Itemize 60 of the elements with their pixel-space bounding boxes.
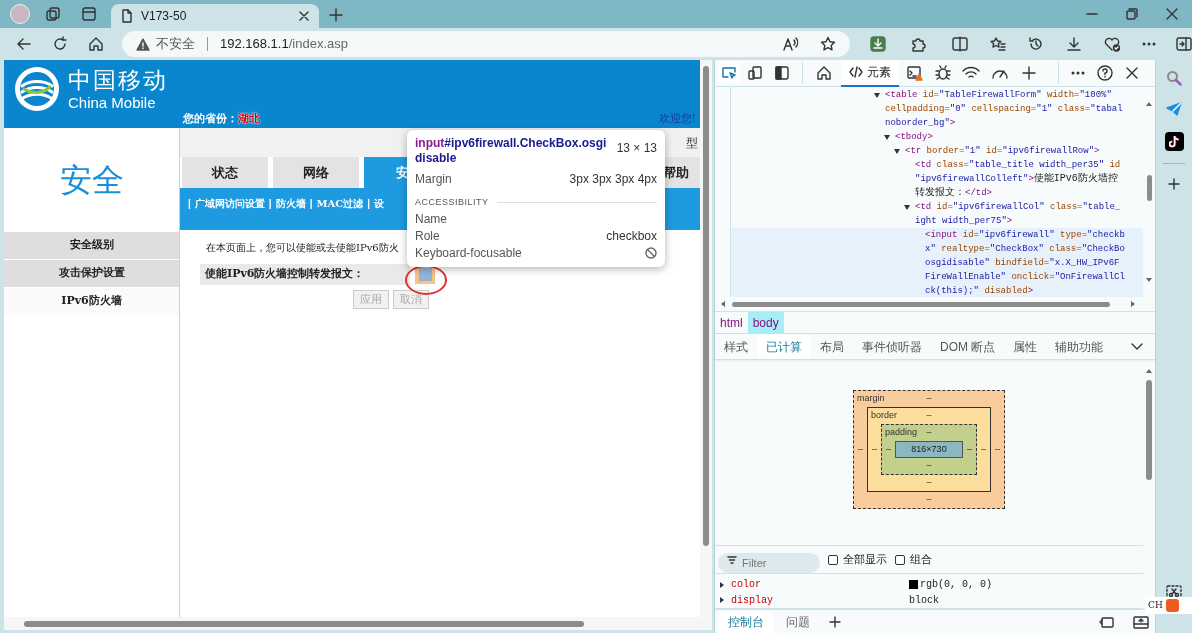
security-label: 不安全 <box>156 35 195 54</box>
code-line: x" realtype="CheckBox" class="CheckBo <box>925 243 1125 256</box>
box-value: – <box>926 493 932 507</box>
code-line: <td class="table_title width_per35" id <box>915 159 1121 172</box>
property-label: Role <box>415 227 440 245</box>
size-text: 13 × 13 <box>616 140 657 157</box>
box-value: – <box>926 392 932 406</box>
code-line: <table id="TableFirewallForm" width="100%" <box>885 89 1112 102</box>
property-name: display <box>731 593 774 608</box>
box-label: margin <box>857 392 885 406</box>
code-line: <td id="ipv6firewallCol" class="table_ <box>915 201 1121 214</box>
code-line: 转发报文：</td> <box>915 186 992 200</box>
code-line: "ipv6firewallColleft">使能IPv6防火墙控 <box>915 172 1118 186</box>
box-value: – <box>857 442 864 456</box>
checkbox-label: 组合 <box>910 552 932 568</box>
box-value: – <box>994 442 1001 456</box>
section-heading: ACCESSIBILITY <box>415 196 489 209</box>
separator: | <box>188 197 191 211</box>
code-line: osgidisable" bindfield="x.X_HW_IPv6F <box>925 257 1120 270</box>
code-line: <input id="ipv6firewall" type="checkb <box>925 229 1125 242</box>
property-value: rgb(0, 0, 0) <box>920 578 992 593</box>
property-label: Name <box>415 210 447 228</box>
brand-name: China Mobile <box>68 94 157 110</box>
tab-title: V173-50 <box>141 8 188 25</box>
content-box: 816×730 <box>895 441 963 458</box>
property-name: color <box>731 578 762 593</box>
field-label: 使能IPv6防火墙控制转发报文： <box>200 264 410 285</box>
brand-name: 中国移动 <box>68 68 168 92</box>
separator: | <box>309 197 313 211</box>
code-line: FireWallEnable" onclick="OnFirewallCl <box>925 271 1125 284</box>
separator: | <box>268 197 272 211</box>
box-value: – <box>926 476 932 490</box>
province-text: 您的省份：湖北 <box>183 110 260 127</box>
code-line: <tbody> <box>895 131 933 144</box>
box-value: – <box>966 442 973 456</box>
code-line: noborder_bg"> <box>885 117 956 130</box>
separator: | <box>367 197 371 211</box>
box-value: – <box>926 426 932 440</box>
property-label: Keyboard-focusable <box>415 244 522 262</box>
code-line: ck(this);" disabled> <box>925 285 1034 297</box>
box-value: – <box>871 442 878 456</box>
code-line: <tr border="1" id="ipv6firewallRow"> <box>905 145 1100 158</box>
intro-text: 在本页面上，您可以使能或去使能IPv6防火 <box>206 241 399 255</box>
box-label: border <box>871 409 897 423</box>
url-text: 192.168.1.1/index.asp <box>220 35 348 54</box>
box-value: – <box>980 442 987 456</box>
ime-label: CH <box>1148 598 1163 612</box>
property-label: Margin <box>415 171 452 188</box>
code-line: cellpadding="0" cellspacing="1" class="tabal <box>885 103 1123 116</box>
property-value: block <box>909 593 939 608</box>
box-label: padding <box>885 426 918 440</box>
property-value: checkbox <box>606 227 657 245</box>
box-value: – <box>885 442 892 456</box>
box-value: – <box>926 459 932 473</box>
model-label: 型 <box>686 134 698 152</box>
section-title: 安全 <box>59 160 124 201</box>
box-value: – <box>926 409 932 423</box>
checkbox-label: 全部显示 <box>843 552 887 568</box>
code-line: ight width_per75"> <box>915 215 1013 228</box>
element-selector: input#ipv6firewall.CheckBox.osgidisable <box>415 136 608 166</box>
